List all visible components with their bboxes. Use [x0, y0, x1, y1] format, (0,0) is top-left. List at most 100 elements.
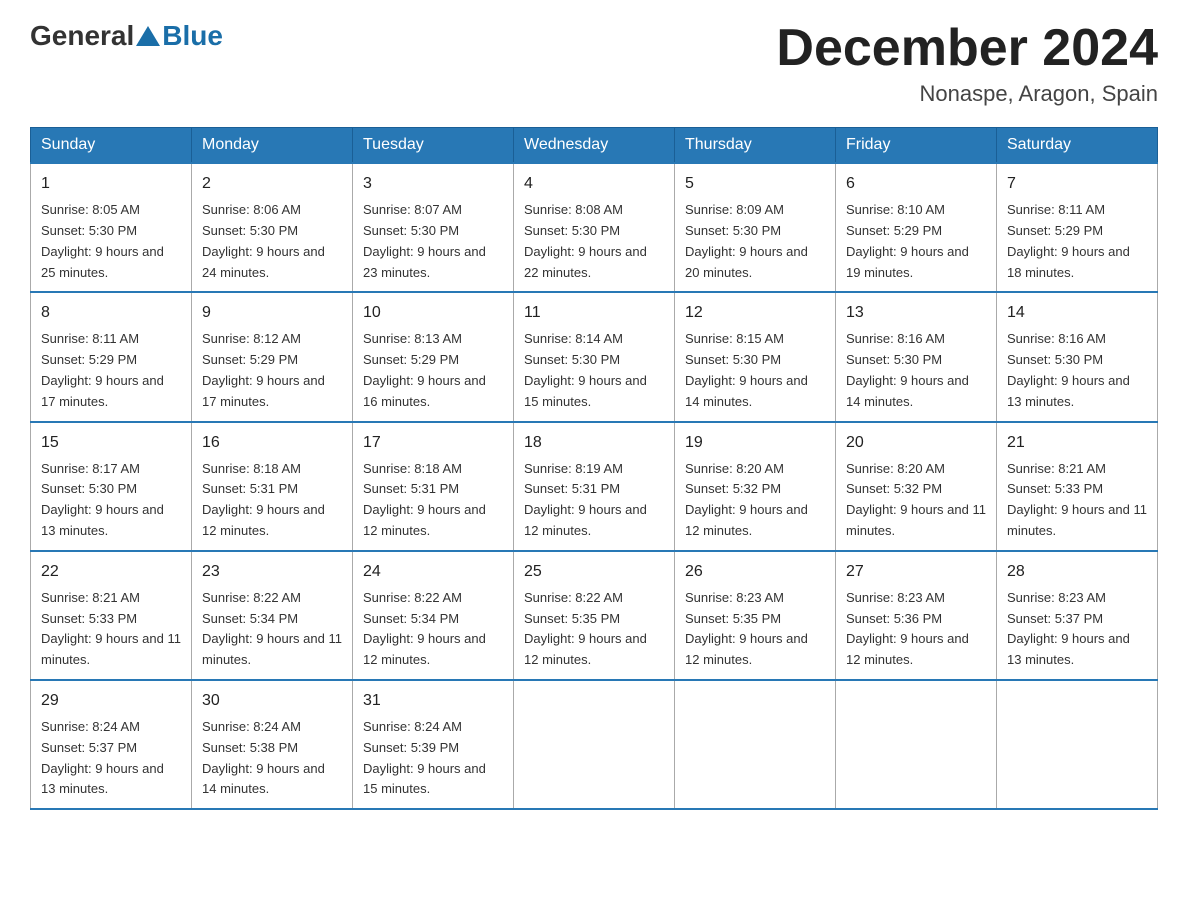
- header-thursday: Thursday: [675, 128, 836, 164]
- header-friday: Friday: [836, 128, 997, 164]
- logo: General Blue: [30, 20, 223, 52]
- logo-general-text: General: [30, 20, 134, 52]
- day-number: 24: [363, 560, 503, 584]
- day-number: 22: [41, 560, 181, 584]
- day-info: Sunrise: 8:20 AMSunset: 5:32 PMDaylight:…: [685, 461, 808, 538]
- day-number: 5: [685, 172, 825, 196]
- calendar-cell: 20 Sunrise: 8:20 AMSunset: 5:32 PMDayligh…: [836, 422, 997, 551]
- calendar-cell: 24 Sunrise: 8:22 AMSunset: 5:34 PMDayligh…: [353, 551, 514, 680]
- calendar-cell: 12 Sunrise: 8:15 AMSunset: 5:30 PMDayligh…: [675, 292, 836, 421]
- day-number: 16: [202, 431, 342, 455]
- calendar-cell: [514, 680, 675, 809]
- calendar-cell: 17 Sunrise: 8:18 AMSunset: 5:31 PMDayligh…: [353, 422, 514, 551]
- location-title: Nonaspe, Aragon, Spain: [776, 81, 1158, 107]
- calendar-cell: 27 Sunrise: 8:23 AMSunset: 5:36 PMDayligh…: [836, 551, 997, 680]
- day-info: Sunrise: 8:18 AMSunset: 5:31 PMDaylight:…: [363, 461, 486, 538]
- day-number: 27: [846, 560, 986, 584]
- header-tuesday: Tuesday: [353, 128, 514, 164]
- day-number: 14: [1007, 301, 1147, 325]
- day-number: 20: [846, 431, 986, 455]
- header-saturday: Saturday: [997, 128, 1158, 164]
- week-row-1: 1 Sunrise: 8:05 AMSunset: 5:30 PMDaylight…: [31, 163, 1158, 292]
- week-row-3: 15Sunrise: 8:17 AMSunset: 5:30 PMDayligh…: [31, 422, 1158, 551]
- header-wednesday: Wednesday: [514, 128, 675, 164]
- calendar-cell: 25Sunrise: 8:22 AMSunset: 5:35 PMDayligh…: [514, 551, 675, 680]
- calendar-cell: 23 Sunrise: 8:22 AMSunset: 5:34 PMDayligh…: [192, 551, 353, 680]
- day-number: 3: [363, 172, 503, 196]
- day-number: 17: [363, 431, 503, 455]
- day-number: 23: [202, 560, 342, 584]
- day-info: Sunrise: 8:21 AMSunset: 5:33 PMDaylight:…: [41, 590, 181, 667]
- day-info: Sunrise: 8:11 AMSunset: 5:29 PMDaylight:…: [41, 331, 164, 408]
- calendar-cell: 21 Sunrise: 8:21 AMSunset: 5:33 PMDayligh…: [997, 422, 1158, 551]
- day-info: Sunrise: 8:17 AMSunset: 5:30 PMDaylight:…: [41, 461, 164, 538]
- day-number: 9: [202, 301, 342, 325]
- day-info: Sunrise: 8:24 AMSunset: 5:38 PMDaylight:…: [202, 719, 325, 796]
- calendar-cell: [836, 680, 997, 809]
- calendar-cell: 29Sunrise: 8:24 AMSunset: 5:37 PMDayligh…: [31, 680, 192, 809]
- calendar-cell: 8 Sunrise: 8:11 AMSunset: 5:29 PMDaylight…: [31, 292, 192, 421]
- calendar-cell: [675, 680, 836, 809]
- day-info: Sunrise: 8:16 AMSunset: 5:30 PMDaylight:…: [1007, 331, 1130, 408]
- week-row-2: 8 Sunrise: 8:11 AMSunset: 5:29 PMDaylight…: [31, 292, 1158, 421]
- calendar-cell: 3 Sunrise: 8:07 AMSunset: 5:30 PMDaylight…: [353, 163, 514, 292]
- calendar-cell: 16 Sunrise: 8:18 AMSunset: 5:31 PMDayligh…: [192, 422, 353, 551]
- calendar-cell: 31Sunrise: 8:24 AMSunset: 5:39 PMDayligh…: [353, 680, 514, 809]
- week-row-5: 29Sunrise: 8:24 AMSunset: 5:37 PMDayligh…: [31, 680, 1158, 809]
- day-number: 21: [1007, 431, 1147, 455]
- day-info: Sunrise: 8:07 AMSunset: 5:30 PMDaylight:…: [363, 202, 486, 279]
- calendar-cell: 9 Sunrise: 8:12 AMSunset: 5:29 PMDaylight…: [192, 292, 353, 421]
- day-number: 18: [524, 431, 664, 455]
- calendar-cell: 26Sunrise: 8:23 AMSunset: 5:35 PMDayligh…: [675, 551, 836, 680]
- calendar-cell: 6 Sunrise: 8:10 AMSunset: 5:29 PMDaylight…: [836, 163, 997, 292]
- week-row-4: 22 Sunrise: 8:21 AMSunset: 5:33 PMDayligh…: [31, 551, 1158, 680]
- calendar-cell: 28Sunrise: 8:23 AMSunset: 5:37 PMDayligh…: [997, 551, 1158, 680]
- day-number: 1: [41, 172, 181, 196]
- calendar-cell: [997, 680, 1158, 809]
- logo-triangle-icon: [136, 26, 160, 46]
- day-number: 11: [524, 301, 664, 325]
- day-info: Sunrise: 8:05 AMSunset: 5:30 PMDaylight:…: [41, 202, 164, 279]
- calendar-cell: 15Sunrise: 8:17 AMSunset: 5:30 PMDayligh…: [31, 422, 192, 551]
- day-info: Sunrise: 8:13 AMSunset: 5:29 PMDaylight:…: [363, 331, 486, 408]
- day-info: Sunrise: 8:23 AMSunset: 5:35 PMDaylight:…: [685, 590, 808, 667]
- calendar-cell: 7 Sunrise: 8:11 AMSunset: 5:29 PMDaylight…: [997, 163, 1158, 292]
- day-number: 2: [202, 172, 342, 196]
- calendar-cell: 2 Sunrise: 8:06 AMSunset: 5:30 PMDaylight…: [192, 163, 353, 292]
- day-info: Sunrise: 8:10 AMSunset: 5:29 PMDaylight:…: [846, 202, 969, 279]
- day-info: Sunrise: 8:09 AMSunset: 5:30 PMDaylight:…: [685, 202, 808, 279]
- day-number: 30: [202, 689, 342, 713]
- day-info: Sunrise: 8:24 AMSunset: 5:39 PMDaylight:…: [363, 719, 486, 796]
- day-info: Sunrise: 8:21 AMSunset: 5:33 PMDaylight:…: [1007, 461, 1147, 538]
- calendar-cell: 10Sunrise: 8:13 AMSunset: 5:29 PMDayligh…: [353, 292, 514, 421]
- calendar-table: SundayMondayTuesdayWednesdayThursdayFrid…: [30, 127, 1158, 810]
- day-number: 13: [846, 301, 986, 325]
- day-info: Sunrise: 8:11 AMSunset: 5:29 PMDaylight:…: [1007, 202, 1130, 279]
- day-number: 6: [846, 172, 986, 196]
- day-info: Sunrise: 8:06 AMSunset: 5:30 PMDaylight:…: [202, 202, 325, 279]
- calendar-cell: 13 Sunrise: 8:16 AMSunset: 5:30 PMDayligh…: [836, 292, 997, 421]
- day-info: Sunrise: 8:18 AMSunset: 5:31 PMDaylight:…: [202, 461, 325, 538]
- calendar-cell: 30 Sunrise: 8:24 AMSunset: 5:38 PMDayligh…: [192, 680, 353, 809]
- calendar-cell: 19Sunrise: 8:20 AMSunset: 5:32 PMDayligh…: [675, 422, 836, 551]
- day-info: Sunrise: 8:22 AMSunset: 5:34 PMDaylight:…: [202, 590, 342, 667]
- day-number: 12: [685, 301, 825, 325]
- day-number: 7: [1007, 172, 1147, 196]
- calendar-cell: 18 Sunrise: 8:19 AMSunset: 5:31 PMDayligh…: [514, 422, 675, 551]
- day-info: Sunrise: 8:22 AMSunset: 5:35 PMDaylight:…: [524, 590, 647, 667]
- day-info: Sunrise: 8:22 AMSunset: 5:34 PMDaylight:…: [363, 590, 486, 667]
- day-info: Sunrise: 8:23 AMSunset: 5:36 PMDaylight:…: [846, 590, 969, 667]
- day-number: 8: [41, 301, 181, 325]
- day-info: Sunrise: 8:08 AMSunset: 5:30 PMDaylight:…: [524, 202, 647, 279]
- calendar-cell: 11 Sunrise: 8:14 AMSunset: 5:30 PMDayligh…: [514, 292, 675, 421]
- day-info: Sunrise: 8:23 AMSunset: 5:37 PMDaylight:…: [1007, 590, 1130, 667]
- day-info: Sunrise: 8:19 AMSunset: 5:31 PMDaylight:…: [524, 461, 647, 538]
- day-info: Sunrise: 8:15 AMSunset: 5:30 PMDaylight:…: [685, 331, 808, 408]
- day-info: Sunrise: 8:14 AMSunset: 5:30 PMDaylight:…: [524, 331, 647, 408]
- day-info: Sunrise: 8:16 AMSunset: 5:30 PMDaylight:…: [846, 331, 969, 408]
- day-info: Sunrise: 8:20 AMSunset: 5:32 PMDaylight:…: [846, 461, 986, 538]
- day-info: Sunrise: 8:12 AMSunset: 5:29 PMDaylight:…: [202, 331, 325, 408]
- calendar-cell: 4Sunrise: 8:08 AMSunset: 5:30 PMDaylight…: [514, 163, 675, 292]
- header-sunday: Sunday: [31, 128, 192, 164]
- logo-blue-text: Blue: [162, 20, 223, 52]
